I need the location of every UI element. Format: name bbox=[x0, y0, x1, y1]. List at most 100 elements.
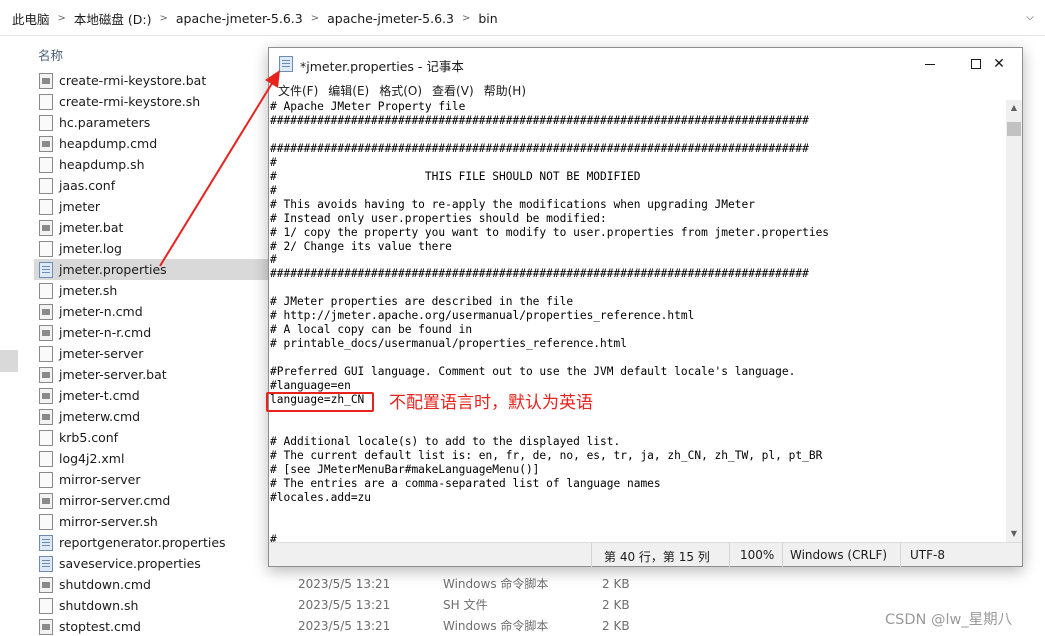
text-line bbox=[270, 351, 829, 365]
file-row[interactable]: jmeter bbox=[34, 196, 274, 217]
text-editor[interactable]: # Apache JMeter Property file ###########… bbox=[269, 100, 1006, 542]
file-row[interactable]: krb5.conf bbox=[34, 427, 274, 448]
file-list: create-rmi-keystore.bat create-rmi-keysto… bbox=[34, 70, 274, 636]
text-line: # bbox=[270, 155, 277, 169]
file-icon bbox=[39, 471, 53, 488]
file-date: 2023/5/5 13:21 bbox=[298, 576, 391, 591]
file-row[interactable]: jmeter-t.cmd bbox=[34, 385, 274, 406]
file-row[interactable]: jmeter-n-r.cmd bbox=[34, 322, 274, 343]
title-bar[interactable]: *jmeter.properties - 记事本 ✕ bbox=[269, 48, 1022, 80]
file-name: krb5.conf bbox=[59, 430, 119, 445]
close-icon: ✕ bbox=[993, 56, 1005, 72]
chevron-right-icon: > bbox=[310, 12, 320, 24]
file-row[interactable]: hc.parameters bbox=[34, 112, 274, 133]
file-name: jmeter-server bbox=[59, 346, 144, 361]
file-date: 2023/5/5 13:21 bbox=[298, 597, 391, 612]
breadcrumb-bin[interactable]: bin bbox=[474, 11, 501, 26]
text-line: # This avoids having to re-apply the mod… bbox=[270, 197, 755, 211]
file-row[interactable]: jmeter.properties bbox=[34, 259, 274, 280]
address-bar[interactable]: 此电脑 > 本地磁盘 (D:) > apache-jmeter-5.6.3 > … bbox=[0, 0, 1045, 36]
minimize-button[interactable] bbox=[907, 48, 953, 80]
file-row[interactable]: saveservice.properties bbox=[34, 553, 274, 574]
text-line: #_______________________________________… bbox=[270, 532, 782, 542]
file-row[interactable]: mirror-server bbox=[34, 469, 274, 490]
file-icon bbox=[39, 597, 53, 614]
file-name: jmeter.properties bbox=[59, 262, 167, 277]
file-row[interactable]: stoptest.cmd bbox=[34, 616, 274, 636]
text-line: # Apache JMeter Property file bbox=[270, 100, 466, 113]
editor-content[interactable]: # Apache JMeter Property file ###########… bbox=[270, 100, 829, 542]
file-row[interactable]: heapdump.cmd bbox=[34, 133, 274, 154]
file-row[interactable]: mirror-server.sh bbox=[34, 511, 274, 532]
file-row[interactable]: shutdown.sh bbox=[34, 595, 274, 616]
file-icon bbox=[39, 345, 53, 362]
breadcrumb-drive-d[interactable]: 本地磁盘 (D:) bbox=[70, 9, 156, 28]
file-icon bbox=[39, 240, 53, 257]
file-row[interactable]: jmeterw.cmd bbox=[34, 406, 274, 427]
breadcrumb-jmeter-outer[interactable]: apache-jmeter-5.6.3 bbox=[172, 11, 307, 26]
file-row[interactable]: jmeter.sh bbox=[34, 280, 274, 301]
file-row[interactable]: jaas.conf bbox=[34, 175, 274, 196]
file-row[interactable]: jmeter-server.bat bbox=[34, 364, 274, 385]
file-icon bbox=[39, 177, 53, 194]
cmd-file-icon bbox=[39, 387, 53, 404]
file-name: mirror-server.cmd bbox=[59, 493, 171, 508]
menu-view[interactable]: 查看(V) bbox=[427, 82, 479, 99]
file-row[interactable]: log4j2.xml bbox=[34, 448, 274, 469]
properties-file-icon bbox=[39, 555, 53, 572]
nav-scrollbar-thumb[interactable] bbox=[0, 350, 18, 372]
file-name: jmeter-n-r.cmd bbox=[59, 325, 152, 340]
text-line: # bbox=[270, 183, 277, 197]
cmd-file-icon bbox=[39, 72, 53, 89]
file-row[interactable]: jmeter-server bbox=[34, 343, 274, 364]
file-row[interactable]: shutdown.cmd bbox=[34, 574, 274, 595]
file-name: log4j2.xml bbox=[59, 451, 125, 466]
file-row[interactable]: jmeter.bat bbox=[34, 217, 274, 238]
file-icon bbox=[39, 114, 53, 131]
properties-file-icon bbox=[39, 534, 53, 551]
chevron-down-icon[interactable]: ⌵ bbox=[1022, 10, 1038, 26]
breadcrumb-jmeter-inner[interactable]: apache-jmeter-5.6.3 bbox=[323, 11, 458, 26]
menu-help[interactable]: 帮助(H) bbox=[479, 82, 531, 99]
text-line: # Instead only user.properties should be… bbox=[270, 211, 607, 225]
text-line bbox=[270, 421, 829, 435]
status-bar: 第 40 行，第 15 列 100% Windows (CRLF) UTF-8 bbox=[269, 542, 1022, 567]
vertical-scrollbar[interactable]: ▲ ▼ bbox=[1006, 100, 1022, 542]
menu-format[interactable]: 格式(O) bbox=[374, 82, 427, 99]
watermark: CSDN @lw_星期八 bbox=[885, 612, 1013, 628]
scroll-down-icon[interactable]: ▼ bbox=[1006, 526, 1022, 542]
status-cursor-position: 第 40 行，第 15 列 bbox=[604, 550, 710, 564]
file-row[interactable]: reportgenerator.properties bbox=[34, 532, 274, 553]
status-zoom: 100% bbox=[740, 548, 775, 562]
minimize-icon bbox=[925, 63, 935, 65]
menu-edit[interactable]: 编辑(E) bbox=[323, 82, 374, 99]
file-row[interactable]: heapdump.sh bbox=[34, 154, 274, 175]
cmd-file-icon bbox=[39, 324, 53, 341]
menu-file[interactable]: 文件(F) bbox=[273, 82, 323, 99]
close-button[interactable]: ✕ bbox=[976, 48, 1022, 80]
highlight-box bbox=[266, 392, 374, 412]
file-detail-row: 2023/5/5 13:21 SH 文件 2 KB bbox=[298, 594, 698, 615]
properties-file-icon bbox=[39, 261, 53, 278]
text-line: ########################################… bbox=[270, 267, 809, 281]
file-row[interactable]: jmeter-n.cmd bbox=[34, 301, 274, 322]
file-row[interactable]: create-rmi-keystore.bat bbox=[34, 70, 274, 91]
file-name: create-rmi-keystore.sh bbox=[59, 94, 201, 109]
breadcrumb-this-pc[interactable]: 此电脑 bbox=[8, 9, 54, 28]
file-row[interactable]: create-rmi-keystore.sh bbox=[34, 91, 274, 112]
file-icon bbox=[39, 450, 53, 467]
text-line bbox=[270, 128, 829, 142]
file-row[interactable]: mirror-server.cmd bbox=[34, 490, 274, 511]
file-icon bbox=[39, 156, 53, 173]
column-header-name[interactable]: 名称 bbox=[38, 45, 63, 64]
cmd-file-icon bbox=[39, 303, 53, 320]
file-size: 2 KB bbox=[602, 618, 630, 633]
notepad-window: *jmeter.properties - 记事本 ✕ 文件(F) 编辑(E) 格… bbox=[268, 47, 1023, 567]
scrollbar-thumb[interactable] bbox=[1007, 122, 1021, 136]
breadcrumb: 此电脑 > 本地磁盘 (D:) > apache-jmeter-5.6.3 > … bbox=[8, 8, 502, 28]
file-name: mirror-server.sh bbox=[59, 514, 158, 529]
file-icon bbox=[39, 198, 53, 215]
scroll-up-icon[interactable]: ▲ bbox=[1006, 100, 1022, 116]
file-icon bbox=[39, 282, 53, 299]
file-row[interactable]: jmeter.log bbox=[34, 238, 274, 259]
